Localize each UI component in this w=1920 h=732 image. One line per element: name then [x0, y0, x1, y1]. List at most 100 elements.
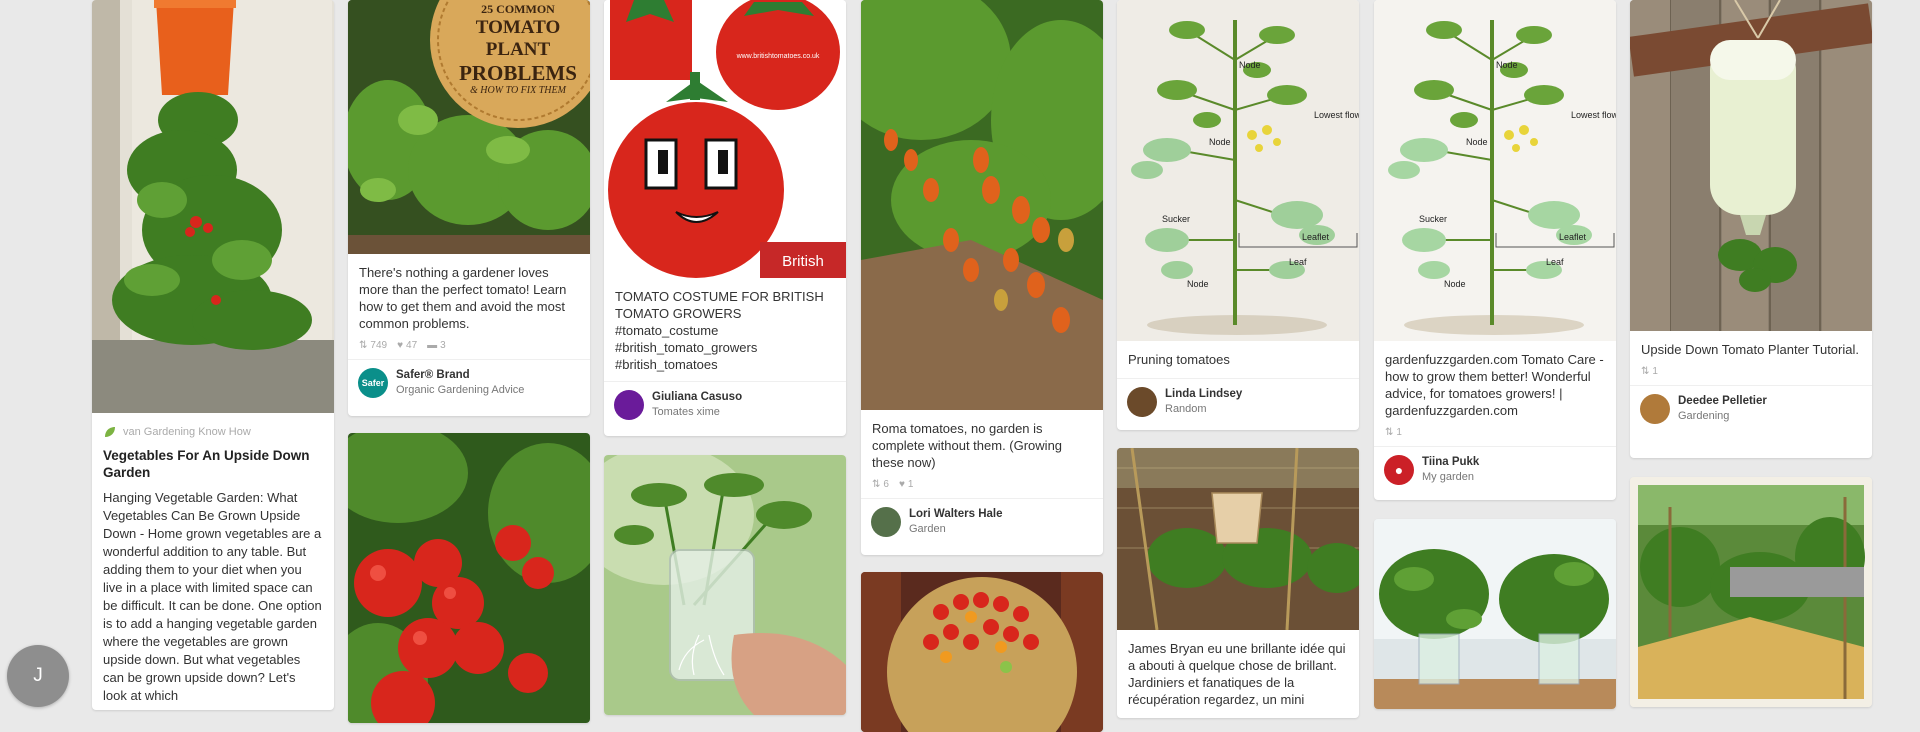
costume-badge-text: British — [782, 253, 824, 270]
pin-image[interactable] — [92, 0, 334, 413]
pin-raised-beds[interactable] — [1630, 477, 1872, 707]
comment-icon: ▬ — [427, 340, 438, 351]
board-name[interactable]: Gardening — [1678, 409, 1767, 424]
avatar[interactable] — [614, 390, 644, 420]
pin-description: Pruning tomatoes — [1128, 352, 1230, 367]
label-node-3: Node — [1187, 279, 1209, 289]
pin-attribution[interactable]: Giuliana Casuso Tomates xime — [604, 381, 846, 428]
pin-description: Roma tomatoes, no garden is complete wit… — [872, 421, 1063, 470]
label-node-3: Node — [1444, 279, 1466, 289]
pin-description: TOMATO COSTUME FOR BRITISH TOMATO GROWER… — [615, 289, 824, 372]
pin-tomato-costume[interactable]: www.britishtomatoes.co.uk British TOMATO… — [604, 0, 846, 436]
avatar[interactable] — [1127, 387, 1157, 417]
repin-icon: ⇅ — [1385, 427, 1394, 438]
pinner-name[interactable]: Giuliana Casuso — [652, 390, 742, 405]
heart-icon: ♥ — [397, 340, 404, 351]
leaf-icon — [105, 427, 115, 437]
pin-tomato-bowl[interactable] — [861, 572, 1103, 732]
pin-description: Upside Down Tomato Planter Tutorial. — [1641, 342, 1859, 357]
pin-upside-down-planter[interactable]: Upside Down Tomato Planter Tutorial. ⇅ 1 … — [1630, 0, 1872, 458]
pin-james-bryan[interactable]: James Bryan eu une brillante idée qui a … — [1117, 448, 1359, 718]
pin-attribution[interactable]: ● Tiina Pukk My garden — [1374, 446, 1616, 493]
like-count: ♥ 1 — [898, 479, 914, 490]
repin-icon: ⇅ — [872, 479, 881, 490]
pin-description: Hanging Vegetable Garden: What Vegetable… — [103, 490, 322, 703]
board-name[interactable]: My garden — [1422, 470, 1479, 485]
label-leaflet: Leaflet — [1559, 232, 1587, 242]
pin-attribution[interactable]: Lori Walters Hale Garden — [861, 498, 1103, 545]
user-avatar-button[interactable]: J — [7, 645, 69, 707]
pinner-name[interactable]: Safer® Brand — [396, 368, 524, 383]
pin-description: gardenfuzzgarden.com Tomato Care - how t… — [1385, 352, 1604, 418]
overlay-line-3: PROBLEMS — [459, 61, 577, 85]
pin-image[interactable] — [1117, 448, 1359, 630]
pin-description: There's nothing a gardener loves more th… — [359, 265, 567, 331]
label-leaflet: Leaflet — [1302, 232, 1330, 242]
pin-stats: ⇅ 749 ♥ 47 ▬ 3 — [348, 338, 590, 359]
label-node-2: Node — [1209, 137, 1231, 147]
repin-icon: ⇅ — [359, 340, 368, 351]
pin-image[interactable]: Node Node Lowest flower cluster Sucker L… — [1374, 0, 1616, 341]
board-name[interactable]: Random — [1165, 402, 1242, 417]
avatar[interactable]: ● — [1384, 455, 1414, 485]
pin-attribution[interactable]: Deedee Pelletier Gardening — [1630, 385, 1872, 432]
pin-gardenfuzzgarden[interactable]: Node Node Lowest flower cluster Sucker L… — [1374, 0, 1616, 500]
repin-icon: ⇅ — [1641, 366, 1650, 377]
pin-title: Vegetables For An Upside Down Garden — [103, 448, 310, 480]
label-sucker: Sucker — [1419, 214, 1447, 224]
pin-tomato-problems[interactable]: 25 COMMON TOMATO PLANT PROBLEMS & HOW TO… — [348, 0, 590, 416]
label-node-1: Node — [1239, 60, 1261, 70]
label-node-2: Node — [1466, 137, 1488, 147]
repin-count: ⇅ 1 — [1641, 366, 1658, 377]
pin-via-text: van Gardening Know How — [123, 426, 251, 438]
pinner-name[interactable]: Linda Lindsey — [1165, 387, 1242, 402]
pin-upside-down-garden[interactable]: van Gardening Know How Vegetables For An… — [92, 0, 334, 710]
board-name[interactable]: Organic Gardening Advice — [396, 383, 524, 398]
pin-tomato-cutting[interactable] — [604, 455, 846, 715]
pin-stats: ⇅ 1 — [1630, 364, 1872, 385]
label-lowest-flower-cluster: Lowest flower cluster — [1314, 110, 1359, 120]
pin-description: James Bryan eu une brillante idée qui a … — [1128, 641, 1346, 707]
pin-image[interactable] — [861, 572, 1103, 732]
pinner-name[interactable]: Tiina Pukk — [1422, 455, 1479, 470]
pin-image[interactable] — [1630, 477, 1872, 707]
pinner-name[interactable]: Lori Walters Hale — [909, 507, 1003, 522]
pushpin-icon: ● — [1394, 462, 1404, 478]
pin-attribution[interactable]: Safer Safer® Brand Organic Gardening Adv… — [348, 359, 590, 406]
pin-image[interactable]: Node Node Lowest flower cluster Sucker L… — [1117, 0, 1359, 341]
label-node-1: Node — [1496, 60, 1518, 70]
comment-count: ▬ 3 — [427, 340, 446, 351]
pin-via[interactable]: van Gardening Know How — [92, 413, 334, 443]
overlay-line-4: & HOW TO FIX THEM — [470, 85, 566, 96]
like-count: ♥ 47 — [397, 340, 418, 351]
pin-image[interactable] — [604, 455, 846, 715]
label-lowest-flower-cluster: Lowest flower cluster — [1571, 110, 1616, 120]
pin-pruning-tomatoes[interactable]: Node Node Lowest flower cluster Sucker L… — [1117, 0, 1359, 430]
pin-image[interactable]: 25 COMMON TOMATO PLANT PROBLEMS & HOW TO… — [348, 0, 590, 254]
avatar[interactable]: Safer — [358, 368, 388, 398]
board-name[interactable]: Tomates xime — [652, 405, 742, 420]
pinner-name[interactable]: Deedee Pelletier — [1678, 394, 1767, 409]
label-leaf: Leaf — [1289, 257, 1307, 267]
heart-icon: ♥ — [898, 479, 905, 490]
pin-jars-cuttings[interactable] — [1374, 519, 1616, 709]
pin-roma-tomatoes[interactable]: Roma tomatoes, no garden is complete wit… — [861, 0, 1103, 555]
pin-image[interactable] — [1374, 519, 1616, 709]
board-name[interactable]: Garden — [909, 522, 1003, 537]
pin-attribution[interactable]: Linda Lindsey Random — [1117, 378, 1359, 425]
pin-image[interactable] — [861, 0, 1103, 410]
label-leaf: Leaf — [1546, 257, 1564, 267]
pin-image[interactable]: www.britishtomatoes.co.uk British — [604, 0, 846, 278]
avatar[interactable] — [871, 507, 901, 537]
problems-overlay: 25 COMMON TOMATO PLANT PROBLEMS & HOW TO… — [443, 0, 590, 96]
label-sucker: Sucker — [1162, 214, 1190, 224]
pin-image[interactable] — [348, 433, 590, 723]
repin-count: ⇅ 1 — [1385, 427, 1402, 438]
avatar[interactable] — [1640, 394, 1670, 424]
pin-tomatoes-vine[interactable] — [348, 433, 590, 723]
costume-url-text: www.britishtomatoes.co.uk — [736, 53, 820, 60]
repin-count: ⇅ 749 — [359, 340, 388, 351]
overlay-line-2: TOMATO PLANT — [475, 17, 561, 60]
overlay-line-1: 25 COMMON — [481, 2, 555, 16]
pin-image[interactable] — [1630, 0, 1872, 331]
